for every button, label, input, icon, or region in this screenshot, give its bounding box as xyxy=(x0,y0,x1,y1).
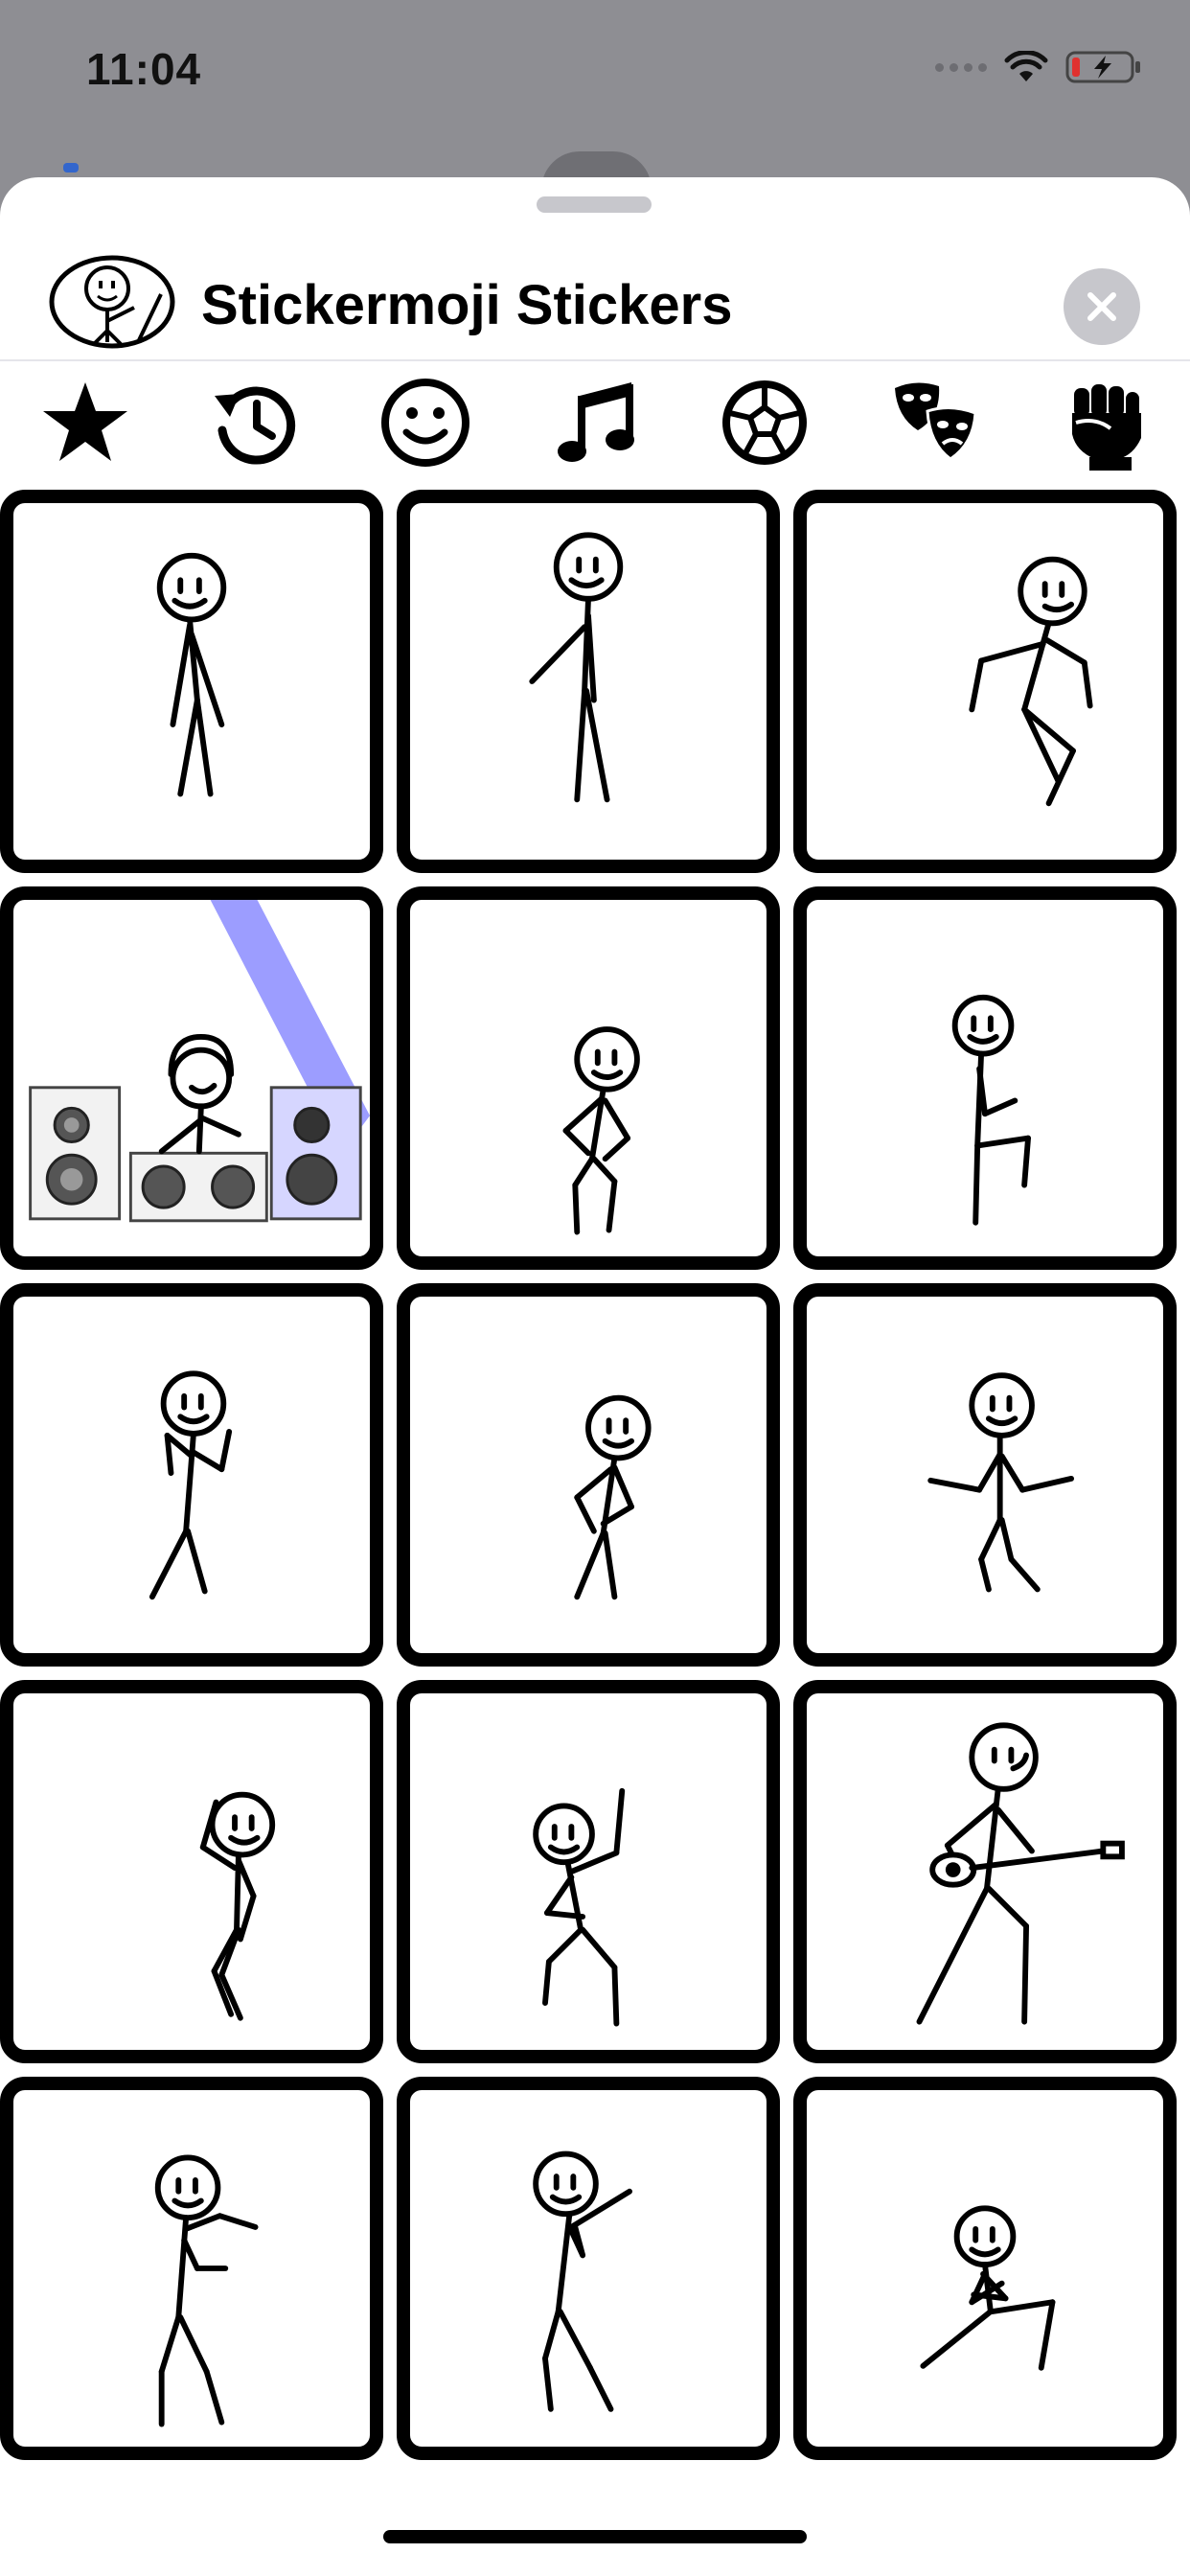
history-icon xyxy=(215,386,296,465)
theater-masks-icon xyxy=(894,382,977,461)
stick-figure-leaning xyxy=(529,532,624,803)
star-icon xyxy=(42,382,127,461)
home-indicator[interactable] xyxy=(383,2530,807,2543)
stickermoji-app-icon xyxy=(49,255,175,349)
stick-figure-zombie xyxy=(154,2154,259,2427)
wifi-icon xyxy=(1004,51,1048,81)
stick-figure-hands-on-hips xyxy=(562,1026,640,1235)
sticker-tile[interactable] xyxy=(0,1283,383,1667)
sticker-sheet: Stickermoji Stickers xyxy=(0,177,1190,2576)
stick-figure-knee-up xyxy=(951,994,1031,1226)
sticker-tile[interactable] xyxy=(397,1680,780,2063)
sticker-tile[interactable] xyxy=(0,1680,383,2063)
category-tabs xyxy=(0,361,1190,484)
sticker-tile[interactable] xyxy=(397,886,780,1270)
stick-figure-arms-up xyxy=(149,1370,233,1600)
sticker-tile[interactable] xyxy=(0,490,383,873)
sticker-tile[interactable] xyxy=(793,490,1177,873)
stick-figure-pointing xyxy=(533,2150,633,2412)
stick-figure-waving xyxy=(533,1787,626,2027)
sticker-tile[interactable] xyxy=(793,2077,1177,2460)
stick-figure-hip-sway xyxy=(574,1394,652,1600)
stick-figure-guitar xyxy=(916,1722,1125,2025)
tab-sports[interactable] xyxy=(707,365,822,480)
soccer-ball-icon xyxy=(722,380,808,465)
tab-music[interactable] xyxy=(538,365,652,480)
sticker-tile[interactable] xyxy=(793,886,1177,1270)
sheet-header: Stickermoji Stickers xyxy=(0,216,1190,359)
stick-figure-jumping xyxy=(969,556,1093,807)
status-icons xyxy=(935,50,1142,84)
close-button[interactable] xyxy=(1064,268,1140,345)
stick-figure-standing xyxy=(156,552,227,797)
stick-figure-dj xyxy=(29,900,370,1223)
tab-theater[interactable] xyxy=(878,365,993,480)
stick-figure-arms-out xyxy=(927,1372,1074,1593)
sticker-tile[interactable] xyxy=(793,1680,1177,2063)
sheet-title: Stickermoji Stickers xyxy=(201,274,733,336)
close-icon xyxy=(1087,292,1116,321)
sticker-tile[interactable] xyxy=(397,1283,780,1667)
tab-recent[interactable] xyxy=(197,365,312,480)
sheet-grabber[interactable] xyxy=(537,196,652,213)
sticker-tile[interactable] xyxy=(397,490,780,873)
sticker-tile[interactable] xyxy=(793,1283,1177,1667)
tab-smileys[interactable] xyxy=(368,365,483,480)
raised-fist-icon xyxy=(1072,384,1142,471)
sticker-tile[interactable] xyxy=(0,886,383,1270)
music-note-icon xyxy=(557,382,634,462)
tab-power[interactable] xyxy=(1047,365,1162,480)
smiley-icon xyxy=(380,379,469,467)
background-app-link xyxy=(63,163,79,172)
battery-charging-icon xyxy=(1065,51,1140,83)
stick-figure-squat xyxy=(920,2205,1056,2371)
sticker-tile[interactable] xyxy=(0,2077,383,2460)
stick-figure-hand-on-head xyxy=(199,1791,276,2021)
sticker-tile[interactable] xyxy=(397,2077,780,2460)
status-bar: 11:04 xyxy=(0,0,1190,144)
tab-favorites[interactable] xyxy=(28,365,143,480)
signal-icon xyxy=(935,62,987,72)
status-time: 11:04 xyxy=(86,44,202,94)
